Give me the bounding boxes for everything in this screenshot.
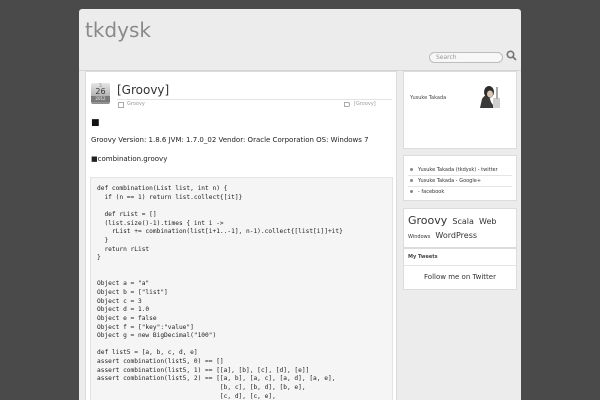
links-list: Yusuke Takada (tkdysk) - twitter Yusuke … [404, 156, 516, 206]
date-badge: 5 26 2012 [91, 83, 110, 104]
tag-link[interactable]: [Groovy] [354, 101, 376, 107]
section-heading: ■combination.groovy [91, 155, 168, 163]
links-widget: Yusuke Takada (tkdysk) - twitter Yusuke … [403, 155, 517, 201]
tag-web[interactable]: Web [479, 217, 496, 226]
search-icon[interactable] [506, 50, 517, 61]
post-meta-divider [117, 99, 392, 100]
tag-cloud: Groovy Scala Web Windows WordPress [404, 209, 516, 247]
site-title[interactable]: tkdysk [85, 18, 151, 42]
facebook-link[interactable]: - facebook [408, 186, 512, 197]
page-container: tkdysk Search 5 26 2012 [Groovy] Groovy … [79, 9, 521, 400]
twitter-link[interactable]: Yusuke Takada (tkdysk) - twitter [408, 165, 512, 175]
tag-icon [344, 102, 350, 107]
folder-icon [118, 102, 124, 108]
post-title[interactable]: [Groovy] [117, 83, 169, 97]
follow-twitter-link[interactable]: Follow me on Twitter [404, 266, 516, 288]
tag-wordpress[interactable]: WordPress [435, 231, 477, 240]
code-block: def combination(List list, int n) { if (… [90, 177, 393, 400]
post-article: 5 26 2012 [Groovy] Groovy [Groovy] ■ Gro… [85, 71, 397, 400]
avatar [477, 84, 502, 108]
tag-windows[interactable]: Windows [408, 234, 430, 240]
author-name: Yusuke Takada [410, 95, 447, 101]
category-link[interactable]: Groovy [127, 101, 145, 107]
date-day: 26 [95, 87, 106, 96]
tag-cloud-widget: Groovy Scala Web Windows WordPress [403, 208, 517, 248]
version-line: Groovy Version: 1.8.6 JVM: 1.7.0_02 Vend… [91, 136, 369, 144]
tweets-heading: My Tweets [404, 249, 516, 266]
author-widget: Yusuke Takada [403, 71, 517, 149]
tag-groovy[interactable]: Groovy [408, 214, 447, 227]
tag-scala[interactable]: Scala [452, 217, 474, 226]
google-plus-link[interactable]: Yusuke Takada - Google+ [408, 175, 512, 186]
date-year: 2012 [91, 96, 110, 102]
search-input[interactable]: Search [429, 52, 503, 63]
square-symbol: ■ [91, 118, 100, 128]
tweets-widget: My Tweets Follow me on Twitter [403, 248, 517, 290]
code-text: def combination(List list, int n) { if (… [97, 185, 343, 400]
